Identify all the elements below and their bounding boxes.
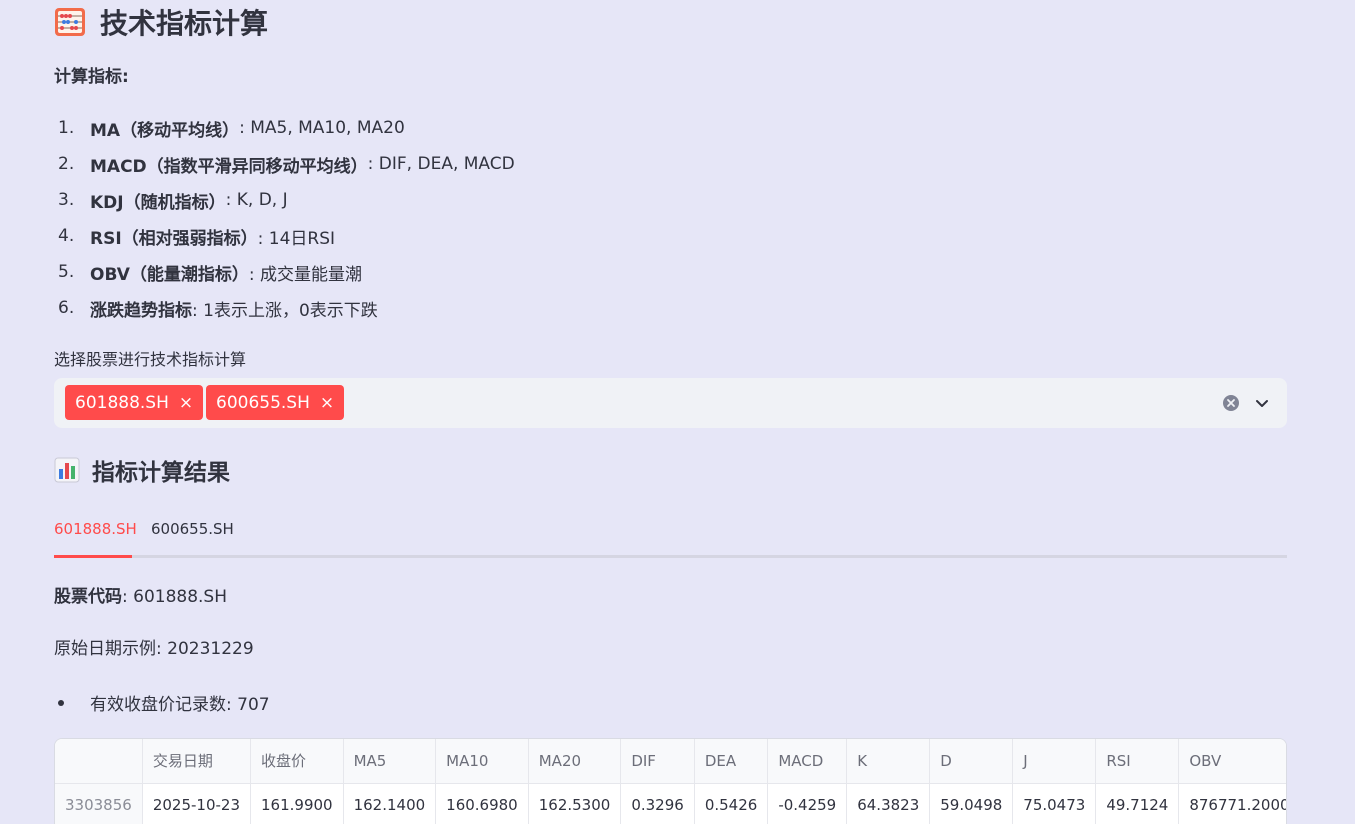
column-header[interactable]: MA20 <box>528 739 622 784</box>
record-count-text: 有效收盘价记录数: 707 <box>90 695 270 715</box>
indicator-name: OBV（能量潮指标） <box>90 264 249 285</box>
indicator-table: 交易日期 收盘价 MA5 MA10 MA20 DIF DEA MACD K D … <box>55 739 1286 824</box>
stock-code-value: : 601888.SH <box>122 587 228 607</box>
chip-label: 601888.SH <box>75 392 169 413</box>
indicator-name: MACD（指数平滑异同移动平均线） <box>90 156 368 177</box>
chip-remove-icon[interactable]: × <box>320 393 334 413</box>
table-cell: 59.0498 <box>929 783 1014 824</box>
indicator-desc: : DIF, DEA, MACD <box>367 154 515 174</box>
list-item: 6. 涨跌趋势指标 : 1表示上涨，0表示下跌 <box>54 290 515 326</box>
column-header[interactable]: J <box>1012 739 1097 784</box>
chevron-down-icon[interactable] <box>1253 394 1271 412</box>
list-item: 3. KDJ（随机指标） : K, D, J <box>54 182 515 218</box>
table-cell: 160.6980 <box>435 783 529 824</box>
table-cell: 876771.2000 <box>1178 783 1286 824</box>
table-header-row: 交易日期 收盘价 MA5 MA10 MA20 DIF DEA MACD K D … <box>55 739 1286 784</box>
active-tab-indicator <box>54 555 132 558</box>
chip-label: 600655.SH <box>216 392 310 413</box>
stock-code-line: 股票代码: 601888.SH <box>54 582 227 607</box>
tab-divider <box>54 555 1287 558</box>
indicator-table-container[interactable]: 交易日期 收盘价 MA5 MA10 MA20 DIF DEA MACD K D … <box>54 738 1287 824</box>
list-number: 1. <box>58 118 75 138</box>
abacus-icon <box>55 8 85 36</box>
results-heading-text: 指标计算结果 <box>92 460 230 486</box>
record-count-item: 有效收盘价记录数: 707 <box>54 690 270 715</box>
column-header[interactable]: RSI <box>1095 739 1180 784</box>
table-cell: 2025-10-23 <box>142 783 252 824</box>
column-header[interactable] <box>55 739 143 784</box>
results-heading: 指标计算结果 <box>54 452 230 488</box>
bullet-icon <box>58 699 64 706</box>
tab-600655[interactable]: 600655.SH <box>151 520 234 538</box>
column-header[interactable]: DEA <box>694 739 769 784</box>
table-cell: 161.9900 <box>250 783 344 824</box>
column-header[interactable]: MA5 <box>343 739 437 784</box>
column-header[interactable]: 收盘价 <box>250 739 344 784</box>
list-number: 5. <box>58 262 75 282</box>
indicator-list: 1. MA（移动平均线） : MA5, MA10, MA20 2. MACD（指… <box>54 110 515 326</box>
indicator-desc: : K, D, J <box>225 190 288 210</box>
list-number: 4. <box>58 226 75 246</box>
stock-chip[interactable]: 600655.SH × <box>206 385 345 420</box>
indicator-desc: : 14日RSI <box>257 228 336 249</box>
table-cell: -0.4259 <box>767 783 848 824</box>
list-number: 6. <box>58 298 75 318</box>
indicator-name: MA（移动平均线） <box>90 120 240 141</box>
list-number: 3. <box>58 190 75 210</box>
list-number: 2. <box>58 154 75 174</box>
tab-601888[interactable]: 601888.SH <box>54 520 137 538</box>
indicator-name: 涨跌趋势指标 <box>90 300 192 321</box>
list-item: 4. RSI（相对强弱指标） : 14日RSI <box>54 218 515 254</box>
table-cell: 0.5426 <box>694 783 769 824</box>
list-item: 2. MACD（指数平滑异同移动平均线） : DIF, DEA, MACD <box>54 146 515 182</box>
indicator-name: RSI（相对强弱指标） <box>90 228 258 249</box>
column-header[interactable]: DIF <box>620 739 695 784</box>
column-header[interactable]: 交易日期 <box>142 739 252 784</box>
column-header[interactable]: MACD <box>767 739 848 784</box>
date-example: 原始日期示例: 20231229 <box>54 639 254 659</box>
table-cell: 64.3823 <box>846 783 931 824</box>
indicator-name: KDJ（随机指标） <box>90 192 226 213</box>
calc-label: 计算指标: <box>54 67 129 87</box>
table-cell: 49.7124 <box>1095 783 1180 824</box>
indicator-desc: : 1表示上涨，0表示下跌 <box>192 300 378 321</box>
table-cell: 162.5300 <box>528 783 622 824</box>
indicator-desc: : MA5, MA10, MA20 <box>239 118 405 138</box>
table-row: 3303856 2025-10-23 161.9900 162.1400 160… <box>55 783 1286 824</box>
table-cell: 0.3296 <box>620 783 695 824</box>
stock-tabs: 601888.SH 600655.SH <box>54 510 1287 558</box>
chip-remove-icon[interactable]: × <box>179 393 193 413</box>
stock-select-label: 选择股票进行技术指标计算 <box>54 350 247 369</box>
stock-chip[interactable]: 601888.SH × <box>65 385 204 420</box>
column-header[interactable]: D <box>929 739 1014 784</box>
stock-multiselect[interactable]: 601888.SH × 600655.SH × <box>54 378 1287 428</box>
row-index: 3303856 <box>55 783 143 824</box>
page: 技术指标计算 计算指标: 1. MA（移动平均线） : MA5, MA10, M… <box>0 0 1355 824</box>
clear-all-icon[interactable] <box>1222 394 1240 412</box>
column-header[interactable]: K <box>846 739 931 784</box>
list-item: 5. OBV（能量潮指标） : 成交量能量潮 <box>54 254 515 290</box>
page-title: 技术指标计算 <box>54 2 268 42</box>
table-cell: 162.1400 <box>343 783 437 824</box>
list-item: 1. MA（移动平均线） : MA5, MA10, MA20 <box>54 110 515 146</box>
column-header[interactable]: OBV <box>1178 739 1286 784</box>
stock-code-label: 股票代码 <box>54 587 122 607</box>
column-header[interactable]: MA10 <box>435 739 529 784</box>
indicator-desc: : 成交量能量潮 <box>248 264 363 285</box>
table-cell: 75.0473 <box>1012 783 1097 824</box>
page-title-text: 技术指标计算 <box>100 7 269 40</box>
bar-chart-icon <box>54 457 80 483</box>
